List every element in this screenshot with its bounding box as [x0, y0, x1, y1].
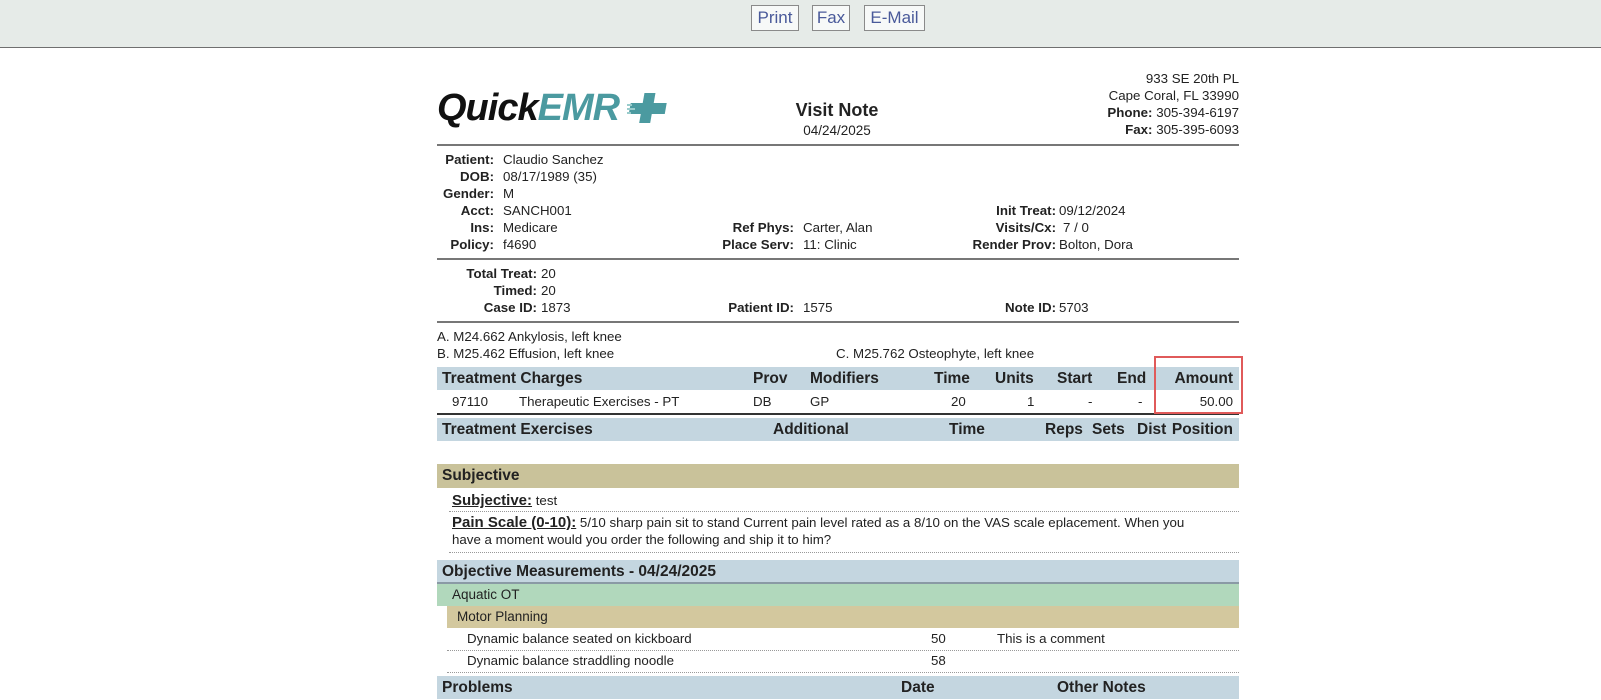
page-title: Visit Note	[795, 100, 879, 120]
visit-date: 04/24/2025	[803, 123, 871, 138]
clinic-address: 933 SE 20th PL Cape Coral, FL 33990 Phon…	[1107, 71, 1239, 137]
place-of-service: 11: Clinic	[803, 237, 857, 252]
pain-scale-entry: Pain Scale (0-10): 5/10 sharp pain sit t…	[449, 514, 1239, 553]
timed-total: 20	[541, 283, 556, 298]
referring-physician: Carter, Alan	[803, 220, 873, 235]
subjective-header: Subjective	[437, 464, 1239, 488]
treatment-exercises-header: Treatment Exercises Additional Time Reps…	[437, 418, 1239, 441]
top-toolbar: Print Fax E-Mail	[0, 0, 1601, 48]
print-button[interactable]: Print	[751, 5, 799, 31]
fax-button[interactable]: Fax	[812, 5, 850, 31]
diagnosis-a: A. M24.662 Ankylosis, left knee	[437, 329, 622, 344]
email-button[interactable]: E-Mail	[864, 5, 925, 31]
treatment-charges-header: Treatment Charges Prov Modifiers Time Un…	[437, 367, 1239, 390]
rendering-provider: Bolton, Dora	[1059, 237, 1133, 252]
measurement-row: Dynamic balance seated on kickboard 50 T…	[447, 628, 1239, 651]
subjective-entry: Subjective: test	[449, 490, 1239, 512]
charge-row: 97110 Therapeutic Exercises - PT DB GP 2…	[437, 391, 1239, 415]
initial-treatment-date: 09/12/2024	[1059, 203, 1126, 218]
divider	[437, 144, 1239, 146]
quickemr-logo: QuickEMR	[437, 87, 673, 130]
objective-header: Objective Measurements - 04/24/2025	[437, 560, 1239, 584]
diagnosis-b: B. M25.462 Effusion, left knee	[437, 346, 615, 361]
patient-insurance: Medicare	[503, 220, 558, 235]
patient-policy: f4690	[503, 237, 537, 252]
amount-highlight-box	[1154, 356, 1243, 414]
patient-dob: 08/17/1989 (35)	[503, 169, 597, 184]
measurement-row: Dynamic balance straddling noodle 58	[447, 650, 1239, 673]
plus-logo-icon	[626, 93, 667, 123]
divider	[437, 258, 1239, 260]
patient-id: 1575	[803, 300, 833, 315]
patient-gender: M	[503, 186, 515, 201]
divider	[437, 321, 1239, 323]
patient-account: SANCH001	[503, 203, 572, 218]
total-treatment: 20	[541, 266, 556, 281]
patient-name: Claudio Sanchez	[503, 152, 604, 167]
visits-count: 7 / 0	[1063, 220, 1089, 235]
diagnosis-c: C. M25.762 Osteophyte, left knee	[836, 346, 1035, 361]
objective-subgroup: Motor Planning	[447, 606, 1239, 628]
objective-group: Aquatic OT	[437, 584, 1239, 606]
problems-header: Problems Date Other Notes	[437, 676, 1239, 699]
note-id: 5703	[1059, 300, 1089, 315]
case-id: 1873	[541, 300, 571, 315]
